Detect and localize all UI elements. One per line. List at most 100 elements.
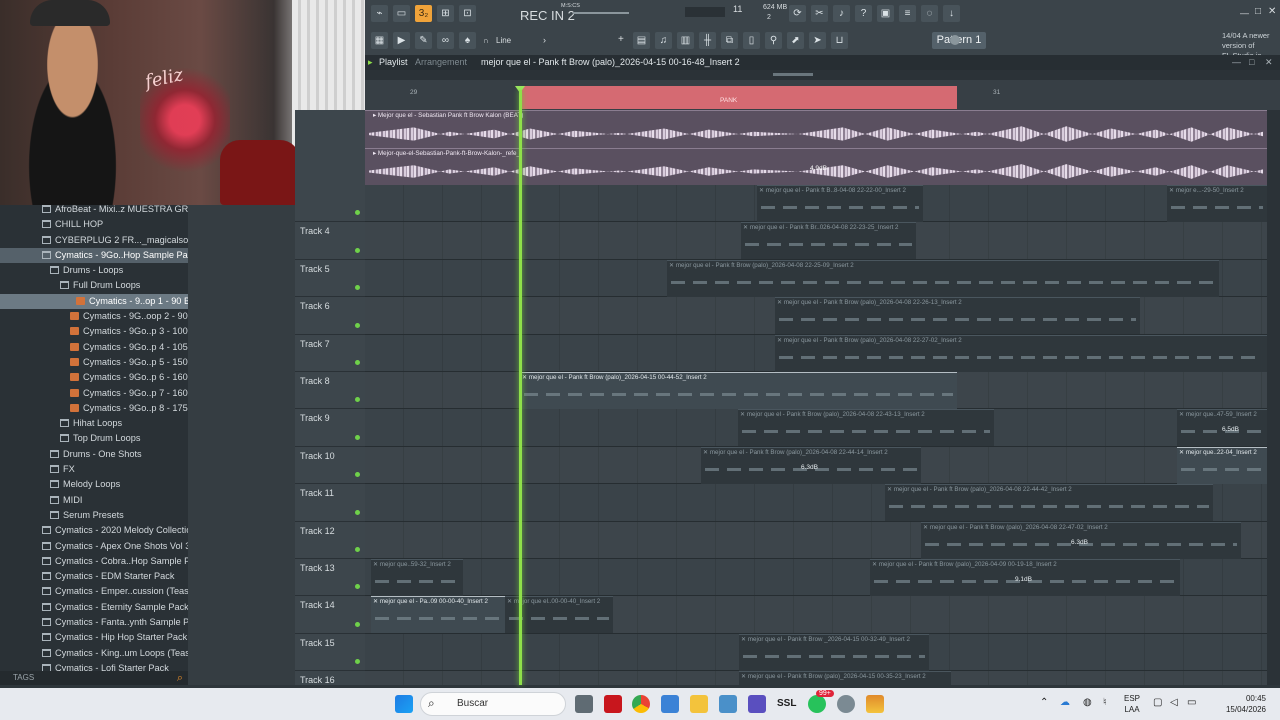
browser-item[interactable]: FX	[0, 462, 188, 477]
battery-icon[interactable]: ▭	[1187, 697, 1196, 708]
audio-clip[interactable]: ✕ mejor que el - Pank ft Br..026-04-08 2…	[741, 222, 916, 260]
pattern-add-icon[interactable]: +	[618, 34, 624, 45]
master-pitch-slider[interactable]	[573, 12, 629, 14]
audio-clip[interactable]: ▸ Mejor-que-el-Sebastian-Pank-ft-Brow-Ka…	[365, 148, 1267, 185]
track-lane[interactable]: ✕ mejor que el - Pank ft Brow (palo)_202…	[365, 372, 1267, 410]
magnet-icon[interactable]: ∩	[483, 36, 489, 45]
track-header[interactable]: Track 8	[295, 372, 365, 410]
app-hex-icon[interactable]	[748, 695, 766, 713]
playhead[interactable]	[519, 90, 522, 685]
help-icon[interactable]: ?	[855, 5, 872, 22]
audio-clip[interactable]: ✕ mejor que..47-59_Insert 2 6.5dB	[1177, 409, 1267, 447]
browser-item[interactable]: Serum Presets	[0, 508, 188, 523]
arrangement-label[interactable]: Arrangement	[415, 55, 467, 70]
track-lane[interactable]: ✕ mejor que..59-32_Insert 2 ✕ mejor que e…	[365, 559, 1267, 597]
download-icon[interactable]: ↓	[943, 5, 960, 22]
track-mute-led[interactable]	[355, 509, 360, 515]
audio-clip[interactable]: ✕ mejor que el - Pa..09 00-00-40_Insert …	[371, 596, 505, 634]
audio-clip[interactable]: ✕ mejor que el - Pank ft Brow (palo)_202…	[921, 521, 1241, 559]
photos-icon[interactable]	[719, 695, 737, 713]
browser-item[interactable]: Cymatics - 9Go..Hop Sample Pack	[0, 247, 188, 264]
browser-item[interactable]: Cymatics - 9G..oop 2 - 90 BPM	[0, 309, 188, 324]
play-icon[interactable]: ▶	[393, 32, 410, 49]
track-header[interactable]: Track 10	[295, 447, 365, 485]
browser-item[interactable]: Cymatics - Emper..cussion (Teaser)	[0, 584, 188, 599]
track-mute-led[interactable]	[355, 359, 360, 365]
song-mode-icon[interactable]: ▭	[393, 5, 410, 22]
pattern-prev-icon[interactable]: ›	[543, 35, 546, 45]
browser-item[interactable]: Cymatics - 9Go..p 5 - 150 BPM	[0, 355, 188, 370]
playlist-icon[interactable]: ▤	[633, 32, 650, 49]
brush-icon[interactable]: ⬈	[787, 32, 804, 49]
track-header[interactable]: Track 7	[295, 335, 365, 372]
track-mute-led[interactable]	[355, 546, 360, 552]
step-icon[interactable]: ⊞	[437, 5, 454, 22]
globe-icon[interactable]	[950, 35, 960, 45]
audio-clip[interactable]: ✕ mejor e...-29-50_Insert 2	[1167, 185, 1267, 222]
track-mute-led[interactable]	[355, 285, 360, 291]
tray-chevron-icon[interactable]: ⌃	[1040, 697, 1048, 708]
snap-select[interactable]: Line	[496, 36, 511, 45]
horizontal-scrollbar[interactable]	[365, 70, 1280, 80]
browser-item[interactable]: Drums - Loops	[0, 263, 188, 278]
browser-item[interactable]: Melody Loops	[0, 477, 188, 492]
channel-rack-icon[interactable]: ▥	[677, 32, 694, 49]
track-mute-led[interactable]	[355, 322, 360, 328]
browser-item[interactable]: AfroBeat - Mixi..z MUESTRA GRATIS	[0, 202, 188, 217]
volume-icon[interactable]: ◁	[1170, 697, 1178, 708]
wrench-icon[interactable]: ➤	[809, 32, 826, 49]
audio-clip[interactable]: ✕ mejor que el - Pank ft Brow (palo)_202…	[520, 372, 957, 409]
audio-clip[interactable]: ✕ mejor que el - Pank ft Brow (palo)_202…	[667, 259, 1219, 297]
browser-item[interactable]: Cymatics - Cobra..Hop Sample Pack	[0, 554, 188, 569]
browser-item[interactable]: Cymatics - EDM Starter Pack	[0, 569, 188, 584]
audio-clip[interactable]: ✕ mejor que..22-04_Insert 2	[1177, 446, 1267, 484]
file-explorer-icon[interactable]	[690, 695, 708, 713]
store-icon[interactable]	[661, 695, 679, 713]
browser-item[interactable]: Hihat Loops	[0, 416, 188, 431]
draw-icon[interactable]: ✎	[415, 32, 432, 49]
browser-item[interactable]: CYBERPLUG 2 FR..._magicalsounds	[0, 233, 188, 248]
track-lane[interactable]: ✕ mejor que el - Pa..09 00-00-40_Insert …	[365, 596, 1267, 634]
track-header[interactable]: Track 5	[295, 260, 365, 298]
plugin-icon[interactable]: ⧉	[721, 32, 738, 49]
track-header[interactable]: Track 6	[295, 297, 365, 335]
plug-icon[interactable]: ⚲	[765, 32, 782, 49]
track-mute-led[interactable]	[355, 434, 360, 440]
piano-roll-icon[interactable]: ♫	[655, 32, 672, 49]
tools-icon[interactable]: ✂	[811, 5, 828, 22]
track-lane[interactable]: ✕ mejor que el - Pank ft Brow (palo)_202…	[365, 671, 1267, 685]
ssl-icon[interactable]: SSL	[777, 695, 796, 713]
save-icon[interactable]: ▣	[877, 5, 894, 22]
browser-item[interactable]: Cymatics - 9..op 1 - 90 BPM	[0, 293, 188, 310]
mic-tray-icon[interactable]: ♮	[1103, 697, 1107, 708]
track-mute-led[interactable]	[355, 584, 360, 590]
track-lane[interactable]: ✕ mejor que el - Pank ft Brow _2026-04-1…	[365, 633, 1267, 672]
vertical-scrollbar[interactable]	[1267, 110, 1280, 685]
track-lane[interactable]: ✕ mejor que el - Pank ft Brow (palo)_202…	[365, 334, 1267, 372]
track-header[interactable]: Track 15	[295, 634, 365, 672]
search-icon[interactable]: ⌕	[177, 671, 183, 685]
browser-item[interactable]: Cymatics - 9Go..p 7 - 160 BPM	[0, 386, 188, 401]
language-indicator[interactable]: ESP LAA	[1124, 693, 1140, 715]
audio-clip[interactable]: ✕ mejor que el - Pank ft Brow (palo)_202…	[885, 484, 1213, 522]
audio-clip[interactable]: ✕ mejor que el - Pank ft Brow (palo)_202…	[775, 297, 1140, 335]
loop-region[interactable]: PANK	[520, 86, 957, 109]
whatsapp-icon[interactable]	[808, 695, 826, 713]
audio-clip[interactable]: ✕ mejor que el - Pank ft Brow (palo)_202…	[738, 409, 994, 447]
browser-item[interactable]: Full Drum Loops	[0, 278, 188, 293]
link-icon[interactable]: ∞	[437, 32, 454, 49]
track-header[interactable]: Track 12	[295, 522, 365, 559]
mixer-view-icon[interactable]: ╫	[699, 32, 716, 49]
fl-studio-icon[interactable]	[866, 695, 884, 713]
audio-clip[interactable]: ✕ mejor que..59-32_Insert 2	[371, 559, 463, 596]
task-view-icon[interactable]	[575, 695, 593, 713]
track-mute-led[interactable]	[355, 621, 360, 627]
browser-item[interactable]: CHILL HOP	[0, 217, 188, 232]
playlist-arrow-icon[interactable]: ▸	[368, 55, 373, 70]
refresh-icon[interactable]: ⟳	[789, 5, 806, 22]
browser-item[interactable]: Cymatics - 9Go..p 8 - 175 BPM	[0, 401, 188, 416]
playlist-lanes[interactable]: ▸ Mejor que el - Sebastian Pank ft Brow …	[365, 110, 1267, 685]
browser-icon[interactable]: ▯	[743, 32, 760, 49]
browser-item[interactable]: Cymatics - 9Go..p 3 - 100 BPM	[0, 324, 188, 339]
mic-icon[interactable]: ♪	[833, 5, 850, 22]
